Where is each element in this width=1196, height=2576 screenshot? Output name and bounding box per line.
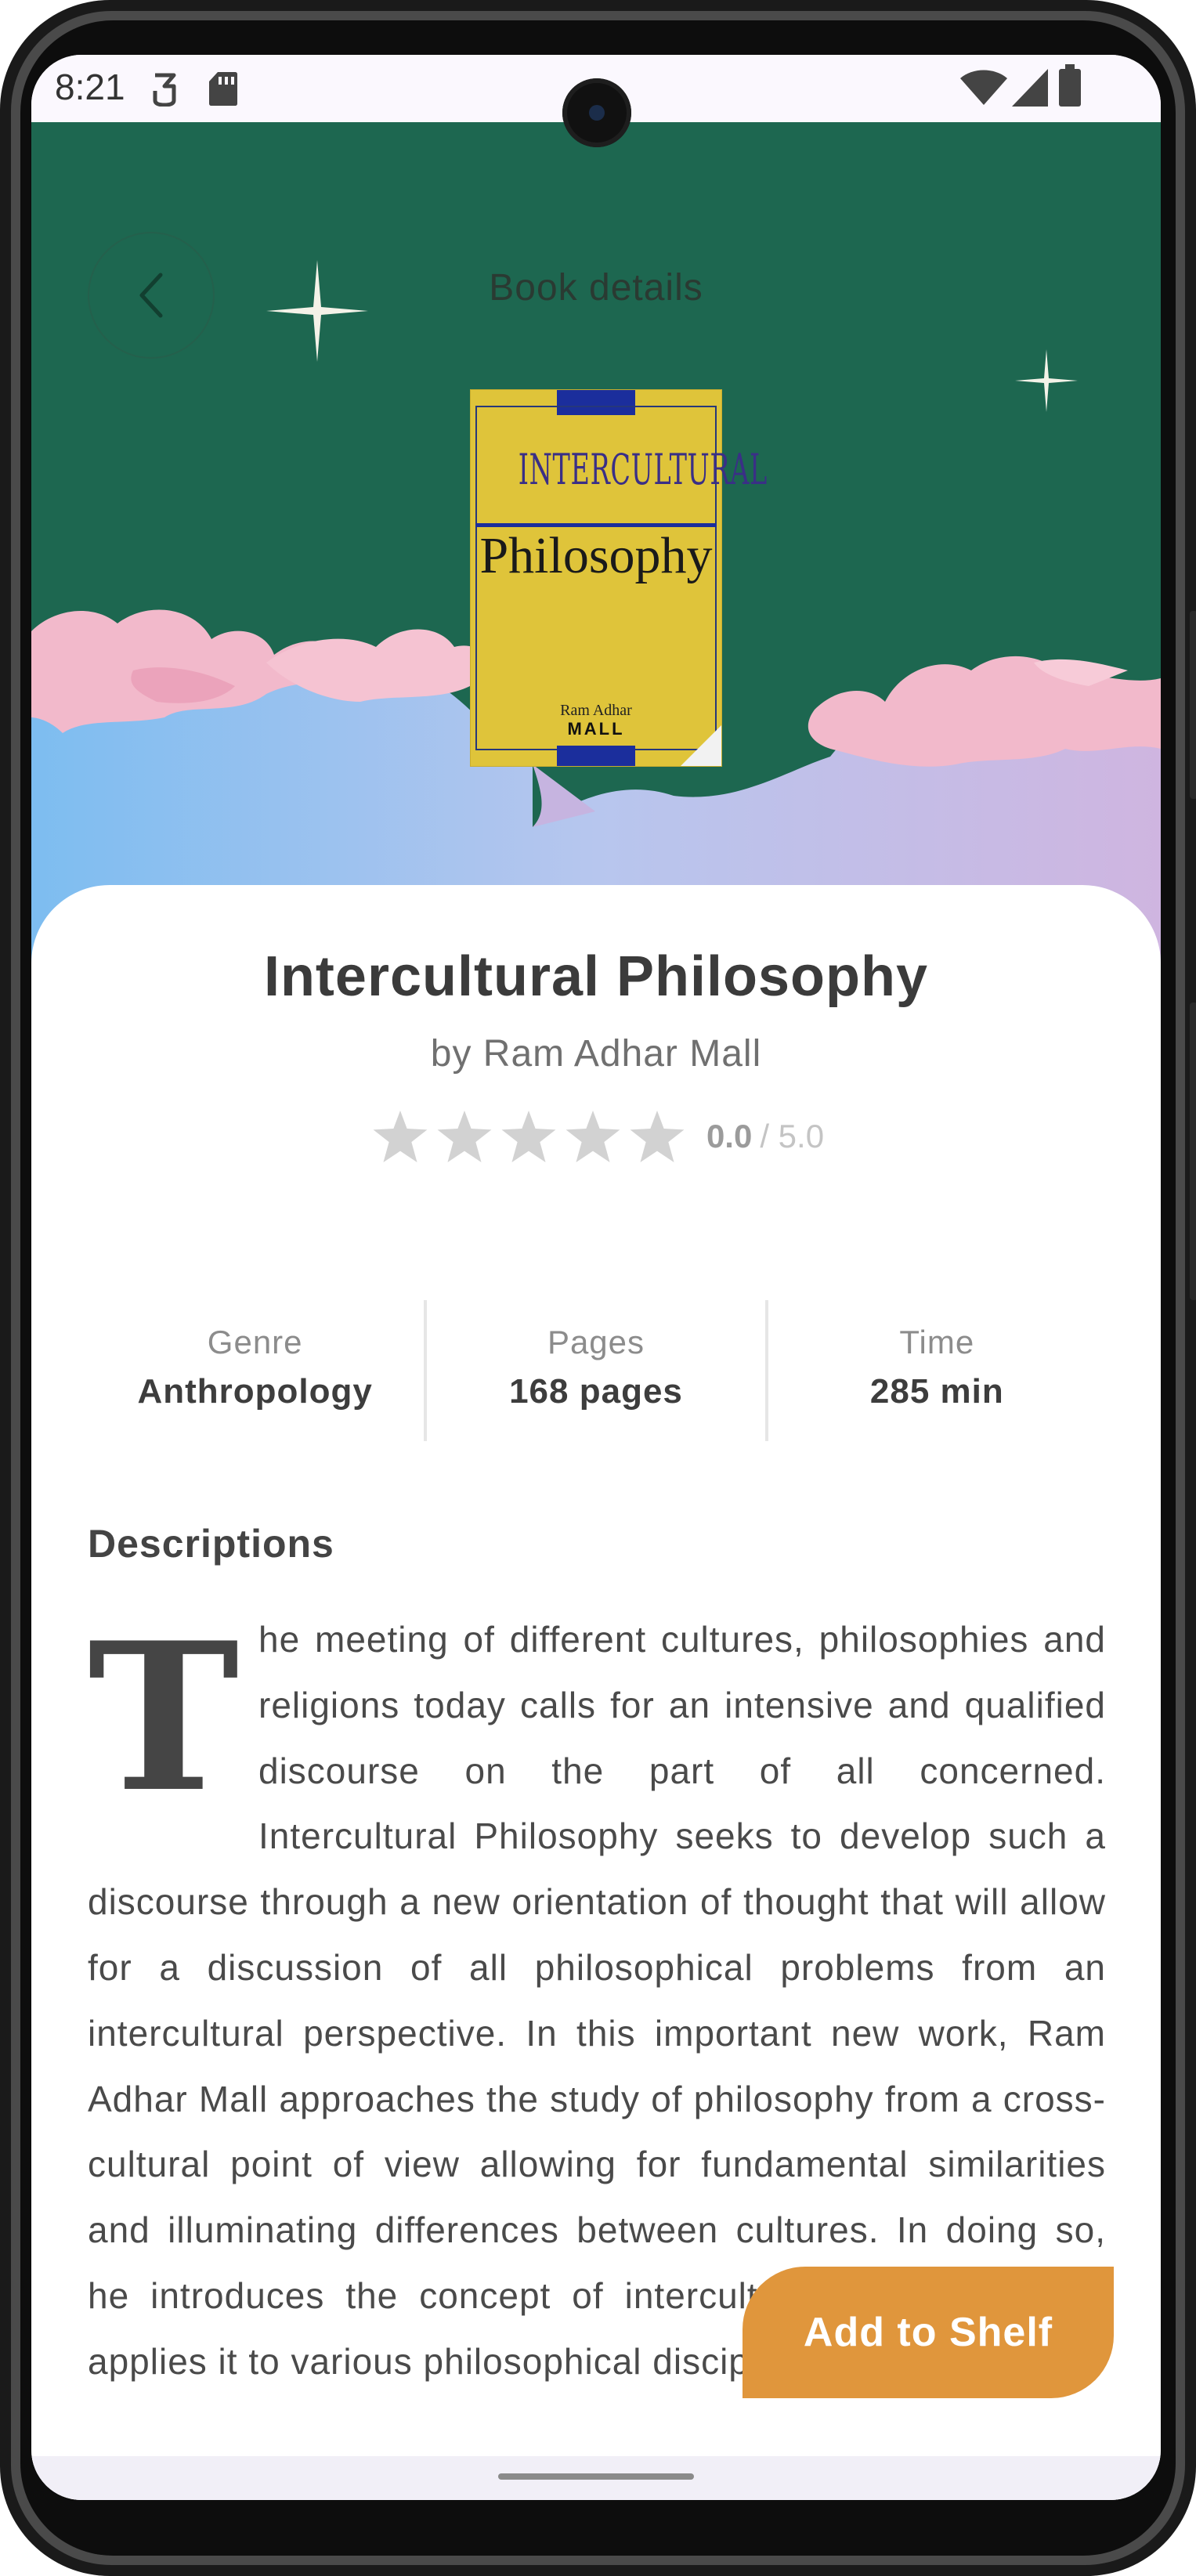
rating-max: / 5.0: [760, 1118, 825, 1154]
description-heading: Descriptions: [88, 1522, 334, 1566]
star-icon: [501, 1111, 556, 1162]
star-icon: [373, 1111, 428, 1162]
cover-title-line1: INTERCULTURAL: [518, 445, 768, 494]
drop-cap: T: [88, 1599, 240, 1837]
stat-label: Time: [899, 1324, 975, 1360]
star-icon: [437, 1111, 492, 1162]
stat-value: 285 min: [869, 1372, 1004, 1411]
signal-icon: [1012, 69, 1048, 107]
stat-value: Anthropology: [137, 1372, 373, 1411]
volume-button: [1190, 1003, 1196, 1300]
book-hero-header: Book details INTERCULTURAL Philosophy Ra…: [31, 122, 1161, 984]
stat-time: Time 285 min: [764, 1300, 1106, 1441]
rating-value: 0.0: [706, 1118, 753, 1154]
gesture-nav-bar: [31, 2456, 1161, 2500]
page-title: Book details: [489, 267, 703, 309]
book-author: by Ram Adhar Mall: [430, 1033, 762, 1075]
stat-pages: Pages 168 pages: [424, 1300, 764, 1441]
book-info-card: Intercultural Philosophy by Ram Adhar Ma…: [31, 885, 1161, 2500]
page-curl: [681, 725, 721, 766]
add-to-shelf-button[interactable]: Add to Shelf: [743, 2267, 1114, 2398]
front-camera: [562, 78, 631, 147]
stat-label: Pages: [547, 1324, 645, 1360]
screen: Book details INTERCULTURAL Philosophy Ra…: [31, 55, 1161, 2500]
stat-label: Genre: [207, 1324, 303, 1360]
star-icon: [565, 1111, 620, 1162]
stat-genre: Genre Anthropology: [86, 1300, 424, 1441]
wifi-icon: [960, 70, 1007, 105]
stat-value: 168 pages: [509, 1372, 683, 1411]
vpn-key-icon: [153, 73, 176, 107]
battery-icon: [1059, 64, 1081, 107]
star-icon: [630, 1111, 685, 1162]
home-handle[interactable]: [498, 2473, 694, 2480]
status-time: 8:21: [55, 67, 125, 107]
sd-card-icon: [209, 72, 237, 106]
book-title: Intercultural Philosophy: [263, 945, 929, 1008]
rating-row: 0.0 / 5.0: [31, 1111, 1161, 1162]
cover-author-line1: Ram Adhar: [560, 702, 632, 719]
book-cover-image: INTERCULTURAL Philosophy Ram Adhar MALL: [471, 390, 768, 766]
cover-title-line2: Philosophy: [479, 527, 713, 584]
cover-band: [557, 746, 635, 766]
sparkle-icon: [1015, 349, 1078, 412]
book-stats: Genre Anthropology Pages 168 pages Time …: [86, 1300, 1106, 1441]
power-button: [1190, 611, 1196, 799]
phone-frame: Book details INTERCULTURAL Philosophy Ra…: [0, 0, 1196, 2576]
